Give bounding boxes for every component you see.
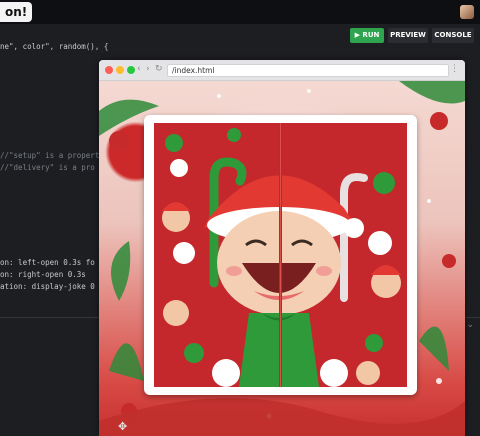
code-line: ne", color", random(), { xyxy=(0,42,109,51)
preview-viewport xyxy=(99,81,465,436)
console-button[interactable]: CONSOLE xyxy=(432,28,474,43)
app-root: on! ▶ RUN PREVIEW CONSOLE ne", color", r… xyxy=(0,0,480,436)
maximize-dot-icon[interactable] xyxy=(127,66,135,74)
resize-cursor-icon: ✥ xyxy=(118,420,128,433)
back-icon[interactable]: ‹ xyxy=(137,64,141,74)
address-bar[interactable]: /index.html xyxy=(167,64,449,77)
close-dot-icon[interactable] xyxy=(105,66,113,74)
code-line: on: left-open 0.3s fo xyxy=(0,258,95,267)
forward-icon[interactable]: › xyxy=(146,64,150,74)
minimize-dot-icon[interactable] xyxy=(116,66,124,74)
chevron-down-icon[interactable]: ⌄ xyxy=(466,320,474,330)
code-comment-line: //"setup" is a propert xyxy=(0,151,100,160)
code-line: on: right-open 0.3s xyxy=(0,270,86,279)
joke-card[interactable] xyxy=(144,115,417,395)
browser-chrome: ‹ › ↻ /index.html ⋮ xyxy=(99,60,465,81)
more-options-icon[interactable]: ⋮ xyxy=(450,64,459,74)
card-split-line xyxy=(279,123,282,387)
code-comment-line: //"delivery" is a pro xyxy=(0,163,95,172)
card-image xyxy=(154,123,407,387)
reload-icon[interactable]: ↻ xyxy=(155,64,163,74)
code-line: ation: display-joke 0 xyxy=(0,282,95,291)
run-button[interactable]: ▶ RUN xyxy=(350,28,384,43)
preview-button[interactable]: PREVIEW xyxy=(388,28,428,43)
project-title[interactable]: on! xyxy=(0,2,33,22)
preview-browser-window: ‹ › ↻ /index.html ⋮ xyxy=(99,60,465,436)
top-bar: on! xyxy=(0,0,480,24)
avatar[interactable] xyxy=(460,5,474,19)
